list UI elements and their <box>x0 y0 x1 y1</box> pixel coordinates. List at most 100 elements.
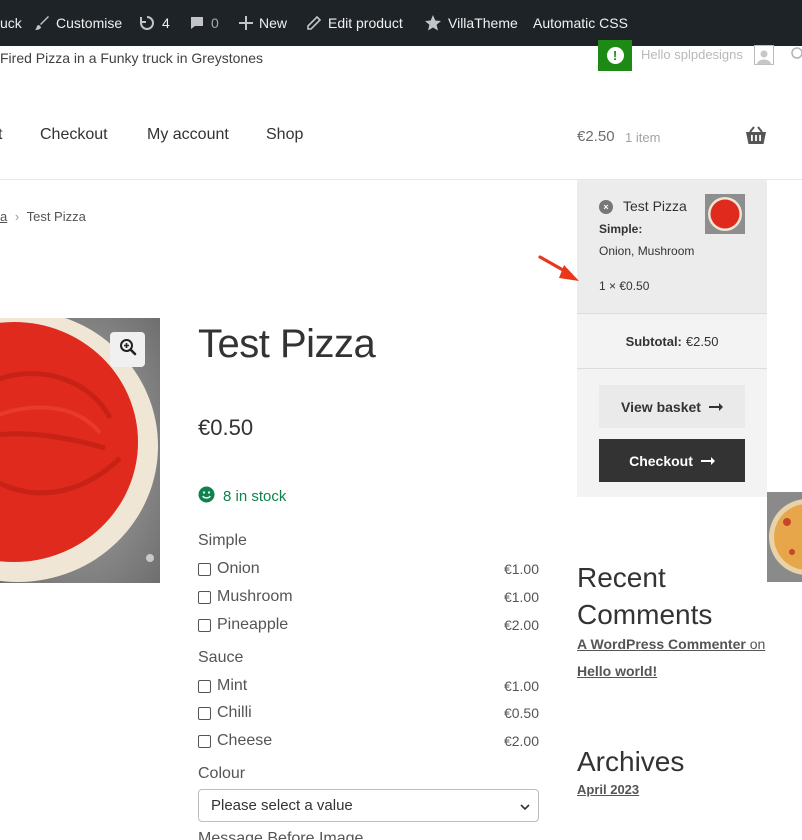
search-icon[interactable] <box>788 46 802 67</box>
archives-title: Archives <box>577 746 685 777</box>
comment-entry: A WordPress Commenter on <box>577 636 765 652</box>
addon-option-mint[interactable]: Mint €1.00 <box>198 677 539 695</box>
addon-option-name: Onion <box>217 560 260 577</box>
addon-option-price: €2.00 <box>503 733 539 749</box>
customise-link[interactable]: Customise <box>34 0 122 46</box>
checkout-button[interactable]: Checkout <box>599 439 745 482</box>
mini-cart-attribute-value: Onion, Mushroom <box>599 244 695 258</box>
mini-cart-attribute-label: Simple: <box>599 222 643 236</box>
addon-option-chilli[interactable]: Chilli €0.50 <box>198 704 539 722</box>
breadcrumb-parent-link[interactable]: a <box>0 209 7 224</box>
addon-option-onion[interactable]: Onion €1.00 <box>198 560 539 578</box>
automatic-css-label: Automatic CSS <box>533 15 628 31</box>
updates-count: 4 <box>162 15 170 31</box>
comments-count: 0 <box>211 15 219 31</box>
nav-item-my-account[interactable]: My account <box>147 126 229 144</box>
header-cart-count[interactable]: 1 item <box>625 130 660 145</box>
view-basket-button[interactable]: View basket <box>599 385 745 428</box>
villatheme-label: VillaTheme <box>448 15 518 31</box>
checkout-label: Checkout <box>629 452 693 469</box>
checkbox[interactable] <box>198 562 211 576</box>
mini-cart-dropdown: × Test Pizza Simple: Onion, Mushroom 1 ×… <box>577 180 767 497</box>
colour-select[interactable]: Please select a value <box>198 789 539 822</box>
site-tagline: Fired Pizza in a Funky truck in Greyston… <box>0 50 263 66</box>
subtotal-label: Subtotal: <box>625 334 682 349</box>
header-cart-total[interactable]: €2.50 <box>577 128 615 145</box>
addon-option-name: Mushroom <box>217 588 293 605</box>
star-icon <box>424 14 442 32</box>
breadcrumb-current: Test Pizza <box>26 209 86 224</box>
checkbox[interactable] <box>198 679 211 693</box>
mini-cart-quantity: 1 × €0.50 <box>599 279 650 293</box>
view-basket-label: View basket <box>621 398 701 415</box>
admin-site-label: uck <box>0 15 22 31</box>
new-content-link[interactable]: New <box>239 0 287 46</box>
comment-bubble-icon <box>189 15 205 31</box>
arrow-right-icon <box>700 453 715 469</box>
security-alert-badge[interactable]: ! <box>598 40 632 71</box>
smiley-icon <box>198 486 215 507</box>
breadcrumb-separator: › <box>14 209 20 224</box>
edit-product-link[interactable]: Edit product <box>306 0 403 46</box>
basket-icon[interactable] <box>745 126 767 151</box>
breadcrumb: a › Test Pizza <box>0 209 86 224</box>
addon-group-title: Simple <box>198 532 247 549</box>
annotation-arrow-icon <box>537 252 583 291</box>
archive-month-link[interactable]: April 2023 <box>577 782 639 797</box>
mini-cart-item-name[interactable]: Test Pizza <box>623 198 687 214</box>
colour-label: Colour <box>198 765 246 782</box>
pencil-icon <box>306 15 322 31</box>
addon-option-price: €1.00 <box>503 561 539 577</box>
addon-option-price: €1.00 <box>503 589 539 605</box>
admin-bar: uck Customise 4 0 New Edit product Villa… <box>0 0 802 46</box>
nav-item-checkout[interactable]: Checkout <box>40 126 108 144</box>
edit-product-label: Edit product <box>328 15 403 31</box>
message-before-image-label: Message Before Image <box>198 830 364 840</box>
related-product-thumbnail[interactable] <box>767 492 802 582</box>
magnifier-plus-icon <box>119 338 137 361</box>
addon-option-name: Chilli <box>217 704 252 721</box>
user-greeting[interactable]: Hello splpdesigns <box>641 47 743 62</box>
checkbox[interactable] <box>198 618 211 632</box>
product-title: Test Pizza <box>198 322 376 366</box>
addon-option-price: €0.50 <box>503 705 539 721</box>
zoom-button[interactable] <box>110 332 145 367</box>
addon-group-title: Sauce <box>198 649 244 666</box>
addon-option-pineapple[interactable]: Pineapple €2.00 <box>198 616 539 634</box>
addon-option-name: Cheese <box>217 732 273 749</box>
exclamation-icon: ! <box>606 47 624 64</box>
addon-option-mushroom[interactable]: Mushroom €1.00 <box>198 588 539 606</box>
comment-author-link[interactable]: A WordPress Commenter <box>577 636 746 652</box>
nav-item-partial[interactable]: t <box>0 126 2 144</box>
avatar[interactable] <box>754 45 774 65</box>
mini-cart-item: × Test Pizza Simple: Onion, Mushroom 1 ×… <box>577 180 767 314</box>
villatheme-link[interactable]: VillaTheme <box>424 0 518 46</box>
checkbox[interactable] <box>198 734 211 748</box>
remove-item-icon[interactable]: × <box>599 200 613 214</box>
nav-item-shop[interactable]: Shop <box>266 126 303 144</box>
comment-post-link[interactable]: Hello world! <box>577 663 657 679</box>
checkbox[interactable] <box>198 590 211 604</box>
comment-on-text: on <box>749 636 766 652</box>
product-price: €0.50 <box>198 415 254 440</box>
paintbrush-icon <box>34 15 50 31</box>
chevron-down-icon <box>520 800 530 817</box>
recent-comments-title: Recent Comments <box>577 562 713 630</box>
addon-option-cheese[interactable]: Cheese €2.00 <box>198 732 539 750</box>
addon-option-price: €2.00 <box>503 617 539 633</box>
mini-cart-subtotal: Subtotal: €2.50 <box>577 315 767 369</box>
stock-status: 8 in stock <box>198 486 286 507</box>
addon-option-name: Pineapple <box>217 616 289 633</box>
admin-site-link[interactable]: uck <box>0 0 22 46</box>
arrow-right-icon <box>708 399 723 415</box>
stock-text: 8 in stock <box>223 488 287 505</box>
subtotal-value: €2.50 <box>685 334 719 349</box>
addon-option-name: Mint <box>217 677 248 694</box>
plus-icon <box>239 16 253 30</box>
checkbox[interactable] <box>198 706 211 720</box>
updates-link[interactable]: 4 <box>138 0 170 46</box>
mini-cart-thumbnail[interactable] <box>705 194 745 234</box>
comments-link[interactable]: 0 <box>189 0 219 46</box>
refresh-icon <box>138 14 156 32</box>
addon-option-price: €1.00 <box>503 678 539 694</box>
